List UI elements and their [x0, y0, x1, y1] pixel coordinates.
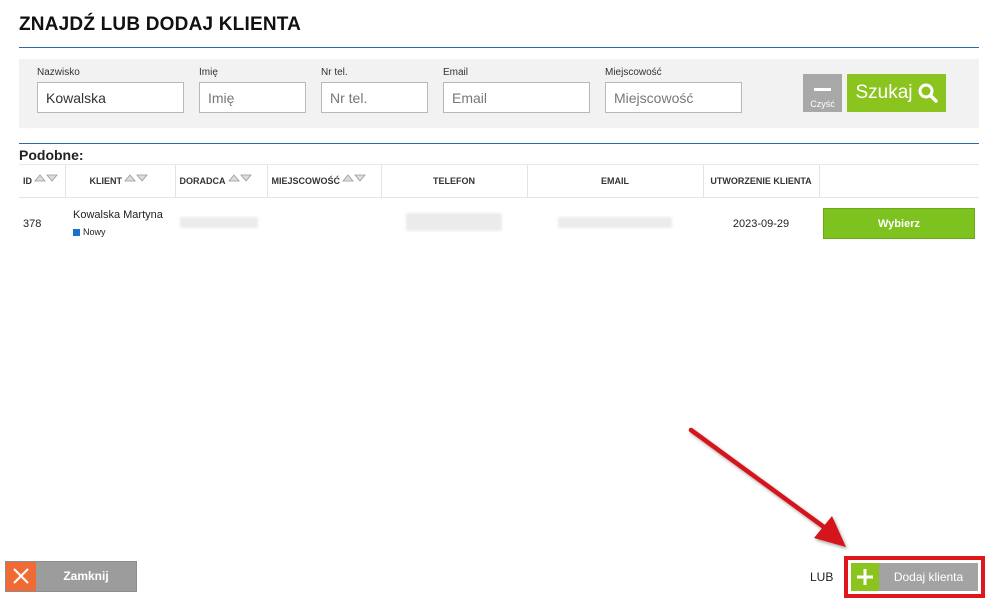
sort-icon[interactable] [124, 174, 148, 184]
cell-id: 378 [23, 217, 42, 230]
page-title: ZNAJDŹ LUB DODAJ KLIENTA [19, 14, 302, 35]
column-header-email: EMAIL [527, 164, 704, 198]
column-header-label: KLIENT [89, 176, 123, 186]
redacted-advisor [180, 216, 258, 228]
close-icon [6, 562, 36, 591]
title-divider [19, 47, 979, 48]
cell-advisor [175, 198, 267, 250]
cell-email [527, 198, 703, 250]
phone-label: Nr tel. [321, 67, 348, 78]
table-row: 378 Kowalska Martyna Nowy 2023-09-29 Wyb… [19, 198, 979, 250]
cell-city [267, 198, 381, 250]
close-button[interactable]: Zamknij [5, 561, 137, 592]
city-label: Miejscowość [605, 67, 662, 78]
cell-phone [381, 198, 527, 250]
firstname-label: Imię [199, 67, 218, 78]
client-name: Kowalska Martyna [73, 208, 163, 221]
status-badge: Nowy [73, 227, 106, 237]
sort-icon[interactable] [34, 174, 58, 184]
similar-heading: Podobne: [19, 147, 84, 163]
city-field: Miejscowość [605, 67, 742, 113]
close-label: Zamknij [63, 569, 109, 583]
redacted-email [558, 216, 672, 228]
email-label: Email [443, 67, 469, 78]
redacted-phone [406, 213, 502, 232]
add-client-label: Dodaj klienta [893, 570, 964, 584]
choose-button[interactable]: Wybierz [823, 208, 975, 240]
cell-client: Kowalska Martyna Nowy [65, 198, 175, 250]
column-header-action [819, 164, 979, 198]
clear-button[interactable]: Czyść [803, 74, 842, 112]
column-header-label: DORADCA [179, 176, 226, 186]
city-input[interactable] [605, 82, 742, 113]
column-header-created: UTWORZENIE KLIENTA [703, 164, 820, 198]
table-header-row: ID KLIENT DORADCA MIEJSCOWOŚĆ TELEFON EM… [19, 164, 979, 198]
search-panel: Nazwisko Imię Nr tel. Email Miejscowość … [19, 59, 979, 128]
status-square-icon [73, 228, 80, 236]
column-header-client[interactable]: KLIENT [65, 164, 176, 198]
firstname-input[interactable] [199, 82, 306, 113]
surname-input[interactable] [37, 82, 184, 113]
minus-icon [814, 88, 831, 91]
cell-action: Wybierz [819, 198, 979, 250]
email-field: Email [443, 67, 590, 113]
search-button[interactable]: Szukaj [847, 74, 946, 112]
sort-icon[interactable] [342, 174, 366, 184]
phone-field: Nr tel. [321, 67, 428, 113]
add-client-highlight: Dodaj klienta [844, 556, 985, 598]
clear-label: Czyść [810, 99, 835, 109]
column-header-city[interactable]: MIEJSCOWOŚĆ [267, 164, 382, 198]
email-input[interactable] [443, 82, 590, 113]
surname-field: Nazwisko [37, 67, 184, 113]
section-divider [19, 143, 979, 144]
plus-icon [851, 563, 879, 591]
column-header-id[interactable]: ID [19, 164, 66, 198]
or-label: LUB [810, 570, 834, 584]
add-client-button[interactable]: Dodaj klienta [851, 563, 978, 591]
cell-created: 2023-09-29 [732, 217, 790, 230]
search-label: Szukaj [855, 82, 913, 103]
column-header-label: ID [23, 176, 32, 186]
surname-label: Nazwisko [37, 67, 80, 78]
column-header-advisor[interactable]: DORADCA [175, 164, 268, 198]
sort-icon[interactable] [227, 174, 252, 184]
column-header-label: MIEJSCOWOŚĆ [271, 176, 341, 186]
phone-input[interactable] [321, 82, 428, 113]
search-icon [918, 83, 938, 103]
column-header-phone: TELEFON [381, 164, 528, 198]
status-label: Nowy [83, 227, 106, 238]
firstname-field: Imię [199, 67, 306, 113]
results-table: ID KLIENT DORADCA MIEJSCOWOŚĆ TELEFON EM… [19, 164, 979, 250]
